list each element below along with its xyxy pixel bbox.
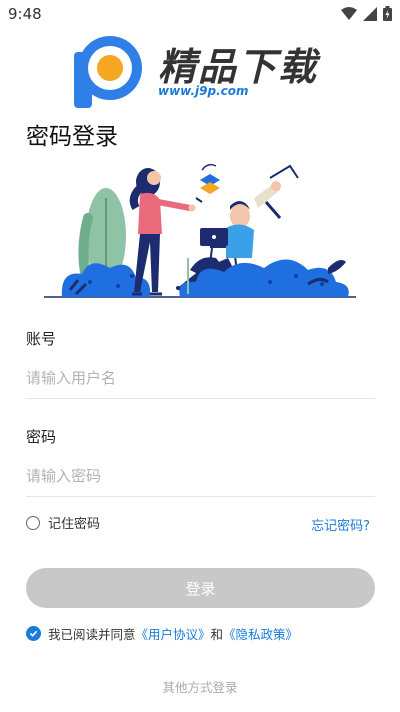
agreement-row: 我已阅读并同意 《用户协议》 和 《隐私政策》 [26, 624, 298, 643]
check-icon [29, 630, 38, 637]
other-login-link[interactable]: 其他方式登录 [0, 677, 400, 696]
privacy-policy-link[interactable]: 《隐私政策》 [223, 624, 298, 643]
user-agreement-link[interactable]: 《用户协议》 [136, 624, 211, 643]
account-label: 账号 [26, 330, 57, 348]
remember-password-checkbox[interactable]: 记住密码 [26, 513, 100, 532]
radio-circle-icon[interactable] [26, 515, 40, 530]
password-input[interactable] [26, 456, 375, 497]
status-bar: 9:48 [0, 0, 400, 28]
account-input[interactable] [26, 358, 375, 399]
remember-password-label: 记住密码 [48, 517, 101, 532]
battery-icon [383, 6, 392, 21]
password-label: 密码 [26, 428, 57, 446]
watermark: 精品下载 www.j9p.com [68, 32, 328, 112]
status-time: 9:48 [8, 5, 42, 23]
agreement-checkbox[interactable] [26, 626, 41, 641]
agreement-and: 和 [210, 627, 224, 642]
login-button[interactable]: 登录 [26, 568, 375, 608]
wifi-icon [341, 6, 357, 20]
agreement-prefix: 我已阅读并同意 [48, 627, 136, 642]
watermark-title: 精品下载 [158, 45, 319, 89]
watermark-url: www.j9p.com [158, 84, 249, 98]
forgot-password-link[interactable]: 忘记密码? [311, 515, 370, 534]
j9p-logo-icon [74, 36, 142, 108]
status-icons [341, 6, 392, 21]
page-title: 密码登录 [26, 124, 118, 151]
login-illustration [44, 163, 356, 298]
cellular-icon [363, 6, 377, 21]
